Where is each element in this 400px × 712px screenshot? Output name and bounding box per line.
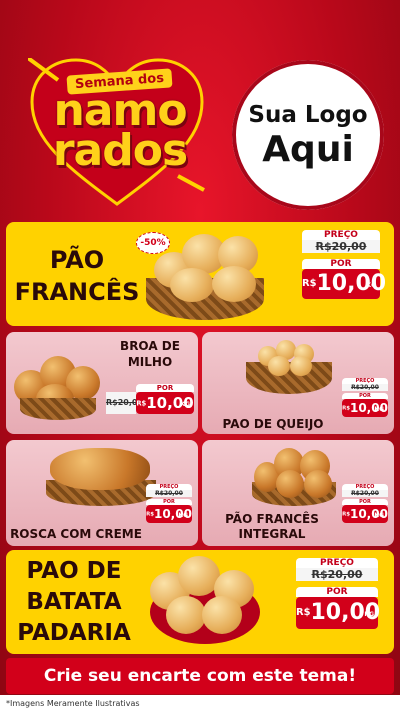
product-title: PAO DE QUEIJO <box>222 417 324 431</box>
por-label: POR <box>296 587 378 597</box>
campaign-word-2: rados <box>52 125 188 176</box>
product-title: PÃO FRANCÊS <box>14 244 140 308</box>
bread-image <box>212 266 256 302</box>
bread-image <box>290 356 312 376</box>
price-box: PREÇO R$20,00 POR R$10,00 KG <box>302 230 386 299</box>
product-card-pao-de-queijo: PREÇO R$20,00 POR R$10,00 KG PAO DE QUEIJ… <box>202 332 394 434</box>
bread-image <box>202 596 242 634</box>
product-card-pao-integral: PREÇO R$20,00 POR R$10,00 KG PÃO FRANCÊS … <box>202 440 394 546</box>
product-title-line: BROA DE <box>120 339 180 353</box>
product-card-pao-batata: PAO DE BATATA PADARIA PREÇO R$20,00 POR … <box>6 550 394 654</box>
bread-image <box>304 470 332 498</box>
old-price: R$20,00 <box>296 568 378 581</box>
campaign-title: Semana dos namo rados <box>30 68 210 176</box>
currency: R$ <box>136 399 147 408</box>
bread-image <box>170 268 214 302</box>
product-card-rosca: PREÇO R$20,00 POR R$10,00 KG ROSCA COM CR… <box>6 440 198 546</box>
bread-image <box>276 470 304 498</box>
product-card-broa: BROA DE MILHO POR R$20,00 R$10,00 KG <box>6 332 198 434</box>
bread-image <box>166 596 206 634</box>
bread-image <box>268 356 290 376</box>
cta-banner[interactable]: Crie seu encarte com este tema! <box>6 658 394 694</box>
basket-image <box>20 398 96 420</box>
new-price: R$10,00 KG <box>302 269 386 299</box>
logo-text-1: Sua Logo <box>248 102 368 128</box>
unit: KG <box>364 611 374 618</box>
product-card-pao-frances: PÃO FRANCÊS -50% PREÇO R$20,00 POR R$10,… <box>6 222 394 326</box>
currency: R$ <box>302 278 317 289</box>
price-box: PREÇO R$20,00 POR R$10,00 KG <box>296 558 380 629</box>
product-title: BROA DE MILHO <box>110 338 190 370</box>
currency: R$ <box>146 511 154 518</box>
old-price: R$20,00 <box>302 240 380 253</box>
old-price: R$20,00 <box>146 490 192 497</box>
unit: KG <box>374 512 384 519</box>
old-price: R$20,00 <box>342 384 388 391</box>
flyer-page: Semana dos namo rados Sua Logo Aqui PÃO … <box>0 0 400 712</box>
logo-placeholder: Sua Logo Aqui <box>232 60 384 210</box>
product-title-line: MILHO <box>127 355 173 369</box>
price-box: PREÇO R$20,00 POR R$10,00 KG <box>342 378 388 417</box>
old-price: R$20,00 <box>106 392 143 414</box>
product-title-line: INTEGRAL <box>238 527 306 541</box>
new-price: R$10,00 KG <box>136 392 194 414</box>
unit: KG <box>366 282 376 289</box>
new-price: R$10,00 KG <box>342 399 388 417</box>
price-box: PREÇO R$20,00 POR R$10,00 KG <box>342 484 388 523</box>
price-box: POR R$20,00 R$10,00 KG <box>106 384 194 414</box>
unit: KG <box>180 401 190 408</box>
new-price: R$10,00 KG <box>296 597 380 629</box>
price-row: R$20,00 R$10,00 KG <box>106 392 194 414</box>
product-title: ROSCA COM CREME <box>10 527 142 541</box>
price-label: PREÇO <box>302 230 380 240</box>
unit: KG <box>178 512 188 519</box>
new-price: R$10,00 KG <box>146 505 192 523</box>
unit: KG <box>374 406 384 413</box>
product-title: PÃO FRANCÊS INTEGRAL <box>222 512 322 542</box>
header: Semana dos namo rados Sua Logo Aqui <box>0 0 400 218</box>
footnote: *Imagens Meramente Ilustrativas <box>0 695 400 712</box>
new-price: R$10,00 KG <box>342 505 388 523</box>
product-title: PAO DE BATATA PADARIA <box>10 556 138 649</box>
old-price: R$20,00 <box>342 490 388 497</box>
price-label: PREÇO <box>296 558 378 568</box>
product-title-line: FRANCÊS <box>14 278 140 306</box>
price-box: PREÇO R$20,00 POR R$10,00 KG <box>146 484 192 523</box>
currency: R$ <box>342 405 350 412</box>
product-title-line: PÃO FRANCÊS <box>225 512 319 526</box>
product-title-line: PÃO <box>49 246 105 274</box>
product-title-line: PADARIA <box>17 620 131 646</box>
currency: R$ <box>342 511 350 518</box>
product-title-line: BATATA <box>26 589 122 615</box>
por-label: POR <box>136 384 194 392</box>
currency: R$ <box>296 607 311 618</box>
discount-badge: -50% <box>136 232 170 254</box>
bread-image <box>50 448 150 490</box>
por-label: POR <box>302 259 380 269</box>
product-title-line: PAO DE <box>26 558 122 584</box>
logo-text-2: Aqui <box>262 129 354 170</box>
